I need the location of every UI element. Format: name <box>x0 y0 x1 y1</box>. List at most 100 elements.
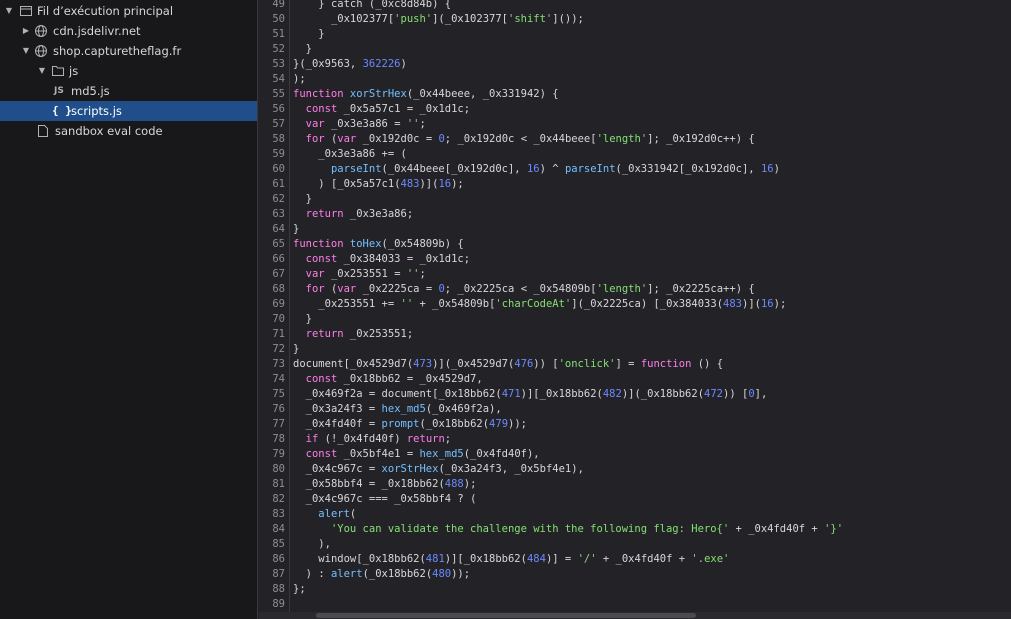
line-number[interactable]: 81 <box>259 477 285 492</box>
code-line: } <box>305 313 312 325</box>
code-editor[interactable]: 49 50 51 52 53 54 55 56 57 58 59 60 61 62 63 64 65 66 67 68… <box>259 0 1011 612</box>
line-number[interactable]: 54 <box>259 72 285 87</box>
line-number[interactable]: 67 <box>259 267 285 282</box>
chevron-down-icon[interactable]: ▼ <box>21 41 31 61</box>
line-number[interactable]: 65 <box>259 237 285 252</box>
line-number[interactable]: 72 <box>259 342 285 357</box>
globe-icon <box>34 41 48 61</box>
line-number[interactable]: 71 <box>259 327 285 342</box>
line-number[interactable]: 63 <box>259 207 285 222</box>
line-number[interactable]: 51 <box>259 27 285 42</box>
chevron-down-icon[interactable]: ▼ <box>37 61 47 81</box>
code-line: return _0x253551; <box>305 328 414 340</box>
code-line: _0x4c967c = xorStrHex(_0x3a24f3, _0x5bf4… <box>305 463 584 475</box>
code-line: for (var _0x192d0c = 0; _0x192d0c < _0x4… <box>305 133 755 145</box>
globe-icon <box>34 21 48 41</box>
code-line: const _0x5a57c1 = _0x1d1c; <box>305 103 471 115</box>
line-number[interactable]: 57 <box>259 117 285 132</box>
tree-item-main-thread[interactable]: ▼ Fil d’exécution principal <box>0 1 257 21</box>
code-line: ); <box>293 73 306 85</box>
horizontal-scrollbar[interactable] <box>259 612 1011 619</box>
line-number[interactable]: 82 <box>259 492 285 507</box>
code-line: ), <box>318 538 331 550</box>
code-line: _0x3a24f3 = hex_md5(_0x469f2a), <box>305 403 502 415</box>
line-number[interactable]: 85 <box>259 537 285 552</box>
chevron-down-icon[interactable]: ▼ <box>4 1 14 21</box>
line-number[interactable]: 83 <box>259 507 285 522</box>
line-number[interactable]: 58 <box>259 132 285 147</box>
code-line: } catch (_0xc8d84b) { <box>318 0 452 10</box>
line-number[interactable]: 60 <box>259 162 285 177</box>
tree-item-md5-js[interactable]: JS md5.js <box>0 81 257 101</box>
code-line: const _0x18bb62 = _0x4529d7, <box>305 373 483 385</box>
line-number[interactable]: 69 <box>259 297 285 312</box>
braces-file-icon: { } <box>52 104 72 117</box>
line-number[interactable]: 56 <box>259 102 285 117</box>
js-file-icon: JS <box>54 86 64 96</box>
line-number[interactable]: 68 <box>259 282 285 297</box>
tree-item-label: shop.capturetheflag.fr <box>53 44 182 58</box>
code-line: if (!_0x4fd40f) return; <box>305 433 452 445</box>
tree-item-label: Fil d’exécution principal <box>37 4 174 18</box>
code-line: return _0x3e3a86; <box>305 208 414 220</box>
code-line: ) [_0x5a57c1(483)](16); <box>318 178 464 190</box>
line-number[interactable]: 64 <box>259 222 285 237</box>
sources-tree: ▼ Fil d’exécution principal ▶ cdn.jsdeli… <box>0 0 258 619</box>
tree-item-sandbox-eval[interactable]: sandbox eval code <box>0 121 257 141</box>
line-number[interactable]: 73 <box>259 357 285 372</box>
code-line: _0x102377['push'](_0x102377['shift']()); <box>330 13 584 25</box>
line-number[interactable]: 86 <box>259 552 285 567</box>
line-number[interactable]: 89 <box>259 597 285 612</box>
line-number[interactable]: 75 <box>259 387 285 402</box>
line-number[interactable]: 84 <box>259 522 285 537</box>
line-number[interactable]: 59 <box>259 147 285 162</box>
code-line: const _0x384033 = _0x1d1c; <box>305 253 471 265</box>
code-line: window[_0x18bb62(481)][_0x18bb62(484)] =… <box>318 553 730 565</box>
code-line: 'You can validate the challenge with the… <box>330 523 844 535</box>
code-line: function toHex(_0x54809b) { <box>293 238 464 250</box>
line-number[interactable]: 62 <box>259 192 285 207</box>
tree-item-cdn-jsdelivr[interactable]: ▶ cdn.jsdelivr.net <box>0 21 257 41</box>
line-number[interactable]: 88 <box>259 582 285 597</box>
code-line: } <box>293 223 300 235</box>
scrollbar-thumb[interactable] <box>316 613 696 618</box>
code-line: } <box>305 43 312 55</box>
line-number[interactable]: 78 <box>259 432 285 447</box>
file-icon <box>36 121 50 141</box>
line-number[interactable]: 50 <box>259 12 285 27</box>
code-line: alert( <box>318 508 357 520</box>
tree-item-label: js <box>69 64 79 78</box>
line-number[interactable]: 52 <box>259 42 285 57</box>
code-line: ) : alert(_0x18bb62(480)); <box>305 568 471 580</box>
code-line: var _0x3e3a86 = ''; <box>305 118 426 130</box>
tree-item-scripts-js[interactable]: { } scripts.js <box>0 101 257 121</box>
line-number[interactable]: 61 <box>259 177 285 192</box>
line-number[interactable]: 80 <box>259 462 285 477</box>
folder-icon <box>51 61 65 81</box>
line-number[interactable]: 53 <box>259 57 285 72</box>
tree-item-label: cdn.jsdelivr.net <box>53 24 141 38</box>
chevron-right-icon[interactable]: ▶ <box>21 21 31 41</box>
code-line: _0x4fd40f = prompt(_0x18bb62(479)); <box>305 418 527 430</box>
line-number[interactable]: 76 <box>259 402 285 417</box>
line-number[interactable]: 66 <box>259 252 285 267</box>
tree-item-label: scripts.js <box>71 104 122 118</box>
tree-item-js-folder[interactable]: ▼ js <box>0 61 257 81</box>
code-line: const _0x5bf4e1 = hex_md5(_0x4fd40f), <box>305 448 540 460</box>
tree-item-shop-capturetheflag[interactable]: ▼ shop.capturetheflag.fr <box>0 41 257 61</box>
line-number[interactable]: 55 <box>259 87 285 102</box>
code-line: } <box>318 28 325 40</box>
line-number[interactable]: 77 <box>259 417 285 432</box>
code-line: var _0x253551 = ''; <box>305 268 426 280</box>
code-line: parseInt(_0x44beee[_0x192d0c], 16) ^ par… <box>330 163 780 175</box>
line-number[interactable]: 49 <box>259 0 285 12</box>
line-number[interactable]: 87 <box>259 567 285 582</box>
tree-item-label: sandbox eval code <box>55 124 163 138</box>
code-line: }(_0x9563, 362226) <box>293 58 407 70</box>
line-number[interactable]: 74 <box>259 372 285 387</box>
code-line: }; <box>293 583 306 595</box>
line-number[interactable]: 79 <box>259 447 285 462</box>
window-icon <box>19 1 33 21</box>
line-number[interactable]: 70 <box>259 312 285 327</box>
tree-item-label: md5.js <box>71 84 110 98</box>
